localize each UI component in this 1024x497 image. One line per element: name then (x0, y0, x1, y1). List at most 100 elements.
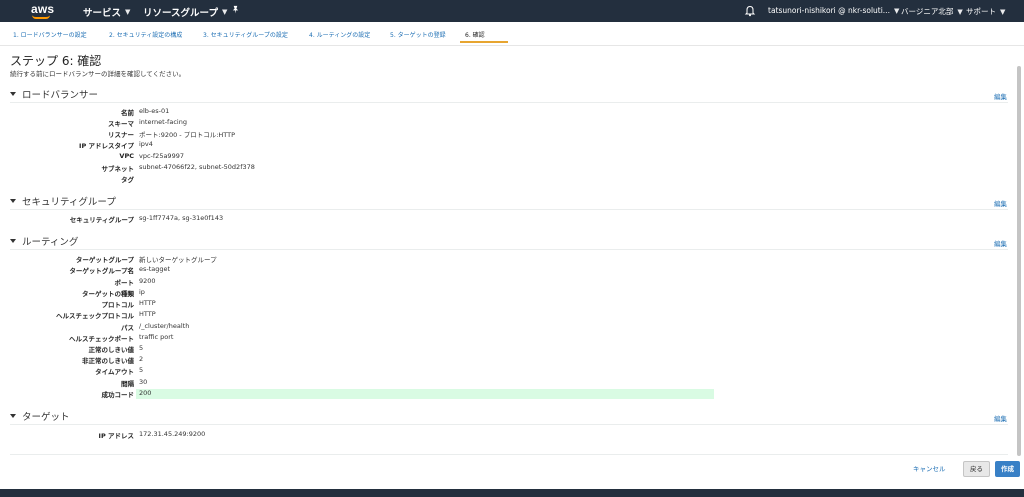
edit-security-groups-link[interactable]: 編集 (994, 198, 1007, 208)
step-4-tab[interactable]: 4. ルーティングの設定 (309, 30, 370, 39)
detail-row: タイムアウト 5 (0, 366, 1024, 377)
resource-groups-menu[interactable]: リソースグループ ▼ (143, 5, 227, 19)
detail-row: IP アドレスタイプ ipv4 (0, 140, 1024, 151)
section-header-target[interactable]: ターゲット (10, 409, 70, 423)
detail-value: sg-1ff7747a, sg-31e0f143 (139, 214, 224, 222)
region-menu[interactable]: バージニア北部 ▼ (901, 6, 963, 17)
step-5-tab[interactable]: 5. ターゲットの登録 (390, 30, 446, 39)
detail-row: 非正常のしきい値 2 (0, 355, 1024, 366)
detail-label: ターゲットの種類 (82, 290, 134, 298)
detail-value: /_cluster/health (139, 322, 190, 330)
detail-label: リスナー (108, 131, 134, 139)
detail-label: パス (121, 324, 134, 332)
footer-divider (10, 454, 1008, 455)
step-3-tab[interactable]: 3. セキュリティグループの設定 (203, 30, 288, 39)
detail-row: 間隔 30 (0, 378, 1024, 389)
detail-label: ヘルスチェックプロトコル (56, 312, 134, 320)
back-button[interactable]: 戻る (963, 461, 990, 477)
section-header-routing[interactable]: ルーティング (10, 234, 78, 248)
detail-label: タイムアウト (95, 368, 134, 376)
detail-label: プロトコル (101, 301, 135, 309)
collapse-triangle-icon (10, 199, 16, 203)
detail-label: 成功コード (101, 391, 135, 399)
page-title: ステップ 6: 確認 (10, 54, 102, 68)
chevron-down-icon: ▼ (221, 8, 228, 16)
account-label: tatsunori-nishikori @ nkr-soluti... (768, 6, 890, 15)
detail-row: プロトコル HTTP (0, 299, 1024, 310)
collapse-triangle-icon (10, 92, 16, 96)
detail-label: セキュリティグループ (69, 216, 134, 224)
detail-label: ポート (114, 279, 135, 287)
detail-row: ターゲットの種類 ip (0, 288, 1024, 299)
detail-value: ipv4 (139, 140, 153, 148)
detail-value: 200 (139, 389, 152, 397)
pin-icon[interactable] (231, 5, 240, 14)
cancel-button[interactable]: キャンセル (913, 463, 946, 473)
divider (10, 424, 1008, 425)
detail-label: ヘルスチェックポート (69, 335, 134, 343)
detail-row: ターゲットグループ名 es-tagget (0, 265, 1024, 276)
section-title: ロードバランサー (22, 90, 99, 101)
chevron-down-icon: ▼ (1000, 7, 1006, 16)
notifications-bell-icon[interactable] (744, 5, 756, 17)
account-menu[interactable]: tatsunori-nishikori @ nkr-soluti... ▼ (768, 6, 899, 15)
chevron-down-icon: ▼ (893, 6, 900, 15)
detail-value: vpc-f25a9997 (139, 152, 184, 160)
detail-label: ターゲットグループ名 (69, 267, 134, 275)
detail-value: subnet-47066f22, subnet-50d2f378 (139, 163, 255, 171)
detail-value: 30 (139, 378, 148, 386)
detail-value: elb-es-01 (139, 107, 170, 115)
detail-value: internet-facing (139, 118, 187, 126)
detail-value: HTTP (139, 299, 156, 307)
aws-logo-smile (32, 15, 50, 19)
detail-row: 名前 elb-es-01 (0, 107, 1024, 118)
detail-row: パス /_cluster/health (0, 322, 1024, 333)
page-subtitle: 続行する前にロードバランサーの詳細を確認してください。 (10, 70, 186, 78)
detail-label: 間隔 (121, 380, 134, 388)
resource-groups-label: リソースグループ (143, 8, 218, 19)
chevron-down-icon: ▼ (125, 8, 131, 16)
create-button[interactable]: 作成 (995, 461, 1020, 477)
detail-label: 名前 (121, 109, 134, 117)
edit-load-balancer-link[interactable]: 編集 (994, 91, 1007, 101)
detail-row: VPC vpc-f25a9997 (0, 152, 1024, 163)
detail-label: IP アドレス (98, 432, 134, 440)
detail-row: セキュリティグループ sg-1ff7747a, sg-31e0f143 (0, 214, 1024, 225)
step-1-tab[interactable]: 1. ロードバランサーの設定 (13, 30, 87, 39)
divider (10, 102, 1008, 103)
detail-value: HTTP (139, 310, 156, 318)
edit-target-link[interactable]: 編集 (994, 413, 1007, 423)
region-label: バージニア北部 (901, 7, 954, 16)
services-label: サービス (83, 8, 122, 19)
detail-value: 5 (139, 344, 144, 352)
edit-routing-link[interactable]: 編集 (994, 238, 1007, 248)
section-title: ルーティング (22, 237, 79, 248)
divider (10, 249, 1008, 250)
support-menu[interactable]: サポート ▼ (966, 6, 1005, 17)
section-header-load-balancer[interactable]: ロードバランサー (10, 87, 98, 101)
section-header-security-groups[interactable]: セキュリティグループ (10, 194, 116, 208)
detail-row: ヘルスチェックポート traffic port (0, 333, 1024, 344)
detail-label: スキーマ (108, 120, 134, 128)
step-2-tab[interactable]: 2. セキュリティ設定の構成 (109, 30, 182, 39)
step-6-tab[interactable]: 6. 確認 (465, 30, 485, 39)
active-step-indicator (460, 41, 508, 43)
aws-logo[interactable]: aws (31, 2, 54, 16)
bottom-bar (0, 489, 1024, 497)
support-label: サポート (966, 7, 996, 16)
detail-label: タグ (121, 176, 134, 184)
detail-label: VPC (119, 152, 134, 160)
detail-value: ポート:9200 - プロトコル:HTTP (139, 131, 236, 139)
detail-row: IP アドレス 172.31.45.249:9200 (0, 430, 1024, 441)
detail-value: 172.31.45.249:9200 (139, 430, 206, 438)
collapse-triangle-icon (10, 239, 16, 243)
divider (10, 209, 1008, 210)
detail-label: 正常のしきい値 (88, 346, 135, 354)
detail-label: サブネット (101, 165, 135, 173)
detail-label: ターゲットグループ (75, 256, 134, 264)
detail-row: サブネット subnet-47066f22, subnet-50d2f378 (0, 163, 1024, 174)
detail-row-highlighted: 成功コード 200 (0, 389, 1024, 400)
wizard-steps: 1. ロードバランサーの設定 2. セキュリティ設定の構成 3. セキュリティグ… (0, 22, 1024, 46)
services-menu[interactable]: サービス ▼ (83, 5, 130, 19)
detail-row: ヘルスチェックプロトコル HTTP (0, 310, 1024, 321)
